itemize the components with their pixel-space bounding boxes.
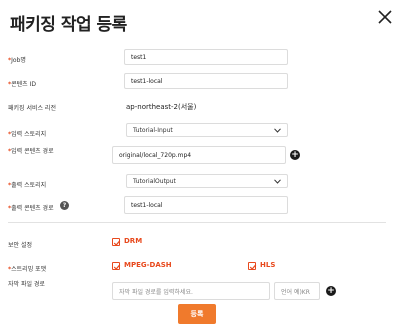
output-storage-value: TutorialOutput	[133, 177, 176, 185]
input-path-input[interactable]: original/local_720p.mp4	[112, 146, 286, 164]
region-label: 패키징 서비스 리전	[8, 105, 56, 112]
content-id-input[interactable]: test1-local	[124, 73, 288, 89]
job-name-input[interactable]: test1	[124, 49, 288, 65]
chevron-down-icon	[274, 178, 281, 184]
close-icon[interactable]	[376, 8, 394, 26]
add-subtitle-icon[interactable]: +	[326, 286, 336, 296]
mpeg-dash-checkbox[interactable]	[112, 262, 121, 270]
check-icon	[113, 264, 121, 270]
output-storage-label: *출력 스토리지	[8, 182, 47, 189]
subtitle-path-label: 자막 파일 경로	[8, 281, 45, 288]
subtitle-path-input[interactable]: 자막 파일 경로를 입력하세요.	[112, 282, 270, 300]
section-divider	[8, 222, 386, 223]
input-storage-select[interactable]: Tutorial-Input	[126, 123, 288, 137]
output-path-input[interactable]: test1-local	[124, 196, 288, 214]
mpeg-dash-label: MPEG-DASH	[124, 261, 172, 269]
input-storage-label: *입력 스토리지	[8, 131, 47, 138]
input-storage-value: Tutorial-Input	[133, 126, 173, 134]
subtitle-lang-input[interactable]: 언어 예)KR	[274, 282, 320, 300]
add-input-path-icon[interactable]: +	[290, 150, 300, 160]
drm-label: DRM	[124, 237, 143, 245]
hls-checkbox[interactable]	[248, 262, 257, 270]
streaming-format-label: *스트리밍 포맷	[8, 266, 47, 273]
hls-label: HLS	[260, 261, 276, 269]
security-label: 보안 설정	[8, 242, 32, 249]
drm-checkbox[interactable]	[112, 238, 121, 246]
input-path-label: *입력 콘텐츠 경로	[8, 148, 54, 155]
help-icon[interactable]: ?	[60, 201, 69, 210]
check-icon	[249, 264, 257, 270]
output-path-label: *출력 콘텐츠 경로	[8, 205, 54, 212]
job-name-label: *Job명	[8, 57, 26, 64]
dialog-title: 패키징 작업 등록	[10, 15, 127, 35]
content-id-label: *콘텐츠 ID	[8, 81, 36, 88]
output-storage-select[interactable]: TutorialOutput	[126, 174, 288, 188]
check-icon	[113, 240, 121, 246]
register-button[interactable]: 등록	[178, 304, 216, 324]
region-value: ap-northeast-2(서울)	[126, 103, 197, 111]
chevron-down-icon	[274, 127, 281, 133]
